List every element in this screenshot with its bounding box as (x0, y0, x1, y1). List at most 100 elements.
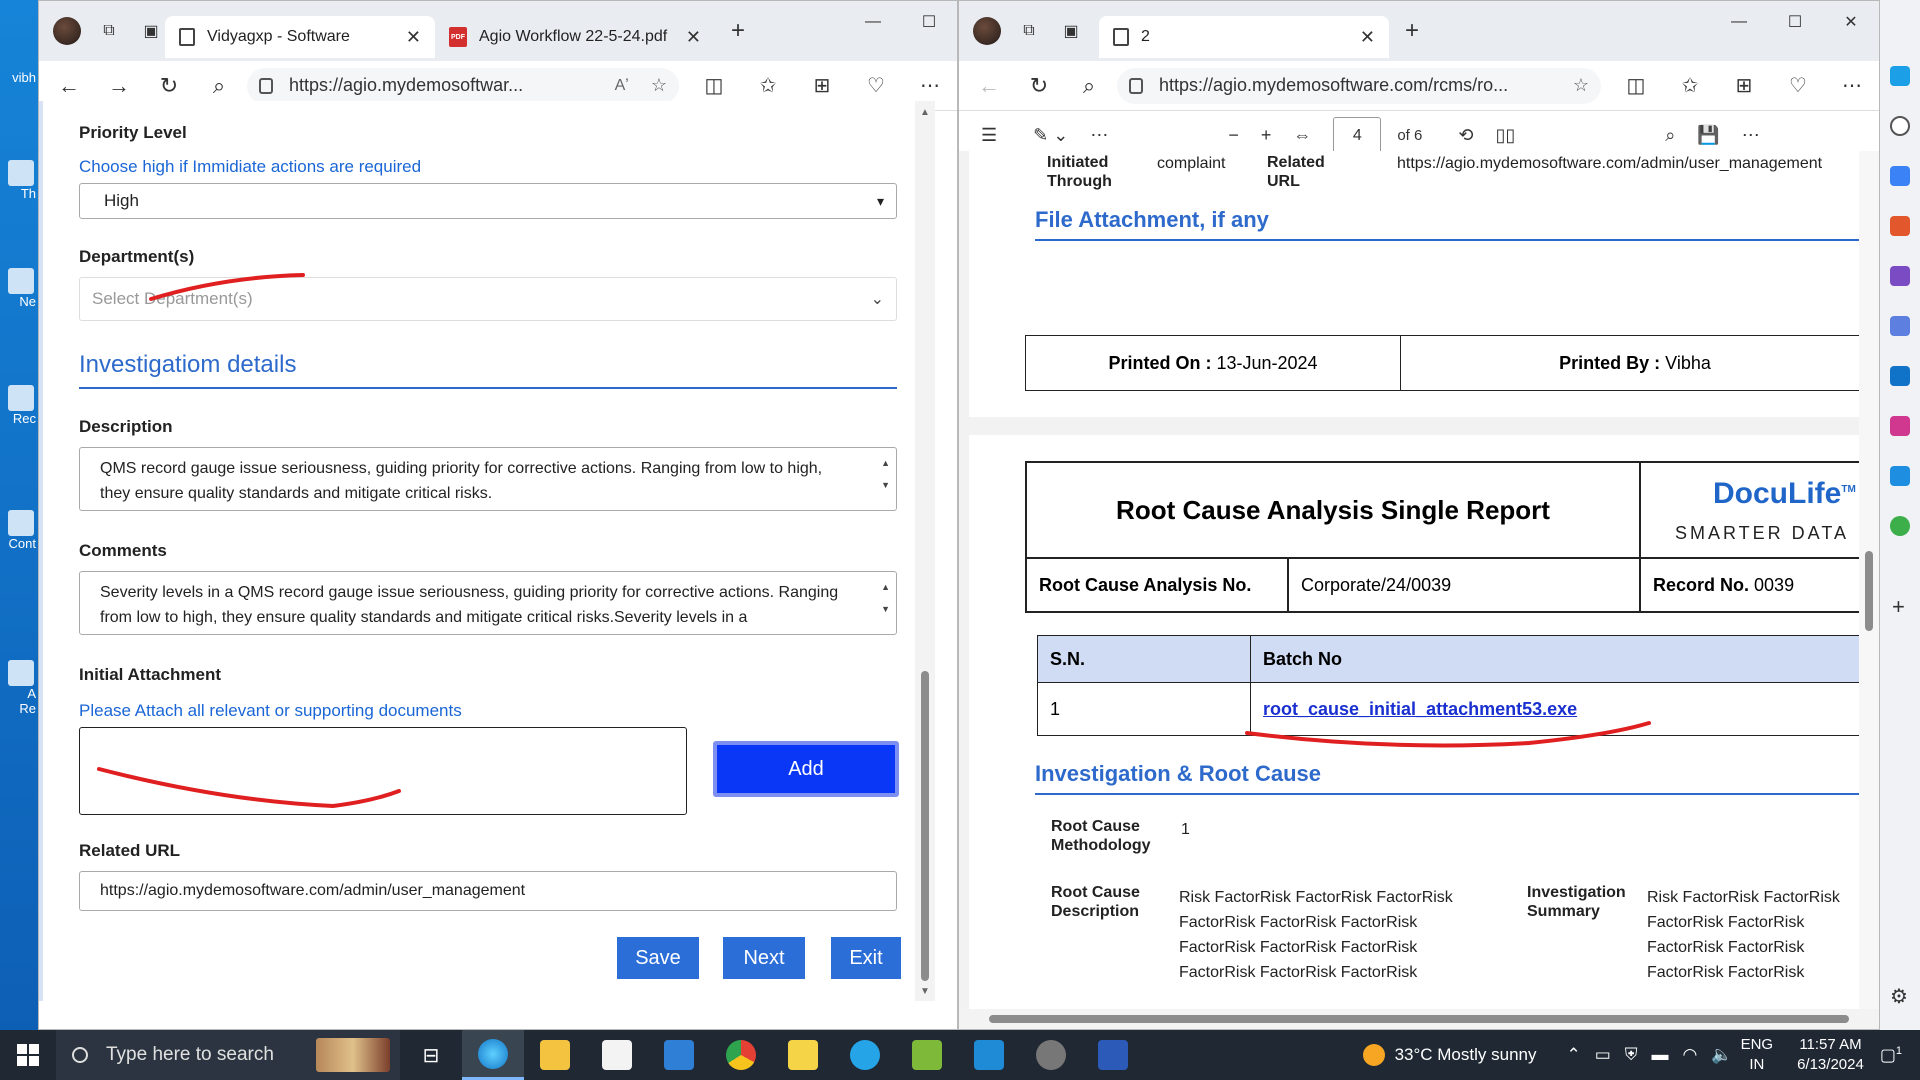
copilot-icon[interactable] (1890, 66, 1910, 86)
language-indicator[interactable]: ENG IN (1741, 1035, 1774, 1075)
forward-icon[interactable]: → (99, 69, 139, 103)
tab-agio-pdf[interactable]: PDF Agio Workflow 22-5-24.pdf ✕ (435, 16, 715, 58)
chrome-icon[interactable] (710, 1030, 772, 1080)
collections-icon[interactable]: ⊞ (1717, 73, 1771, 98)
start-button[interactable] (0, 1044, 56, 1066)
m365-icon[interactable] (1890, 316, 1910, 336)
related-url-input[interactable]: https://agio.mydemosoftware.com/admin/us… (79, 871, 897, 911)
next-button[interactable]: Next (723, 937, 805, 979)
favorite-star-icon[interactable]: ☆ (651, 75, 667, 96)
workspaces-icon[interactable]: ⧉ (1015, 17, 1043, 45)
priority-select[interactable]: High ▾ (79, 183, 897, 219)
desktop-icon[interactable]: vibh (0, 70, 38, 85)
split-screen-icon[interactable]: ◫ (1609, 73, 1663, 98)
search-icon[interactable]: ⌕ (199, 69, 239, 103)
close-window-icon[interactable]: ✕ (1823, 1, 1879, 43)
find-icon[interactable]: ⌕ (1665, 125, 1675, 146)
settings-more-icon[interactable]: ⋯ (1742, 125, 1760, 146)
outlook-icon[interactable] (1890, 366, 1910, 386)
battery-icon[interactable]: ▬ (1652, 1045, 1669, 1065)
tab-pdf-2[interactable]: 2 ✕ (1099, 16, 1389, 58)
scrollbar-thumb[interactable] (989, 1015, 1849, 1023)
minimize-icon[interactable]: — (845, 1, 901, 43)
new-tab-icon[interactable]: + (731, 17, 745, 45)
more-icon[interactable]: ⋯ (1825, 73, 1879, 98)
workspaces-icon[interactable]: ⧉ (95, 17, 123, 45)
notification-icon[interactable]: ▢1 (1880, 1045, 1902, 1066)
send-icon[interactable] (1890, 466, 1910, 486)
favorites-icon[interactable]: ✩ (741, 73, 795, 98)
save-button[interactable]: Save (617, 937, 699, 979)
vertical-scrollbar[interactable]: ▲ ▼ (915, 101, 935, 1001)
url-field[interactable]: https://agio.mydemosoftware.com/rcms/ro.… (1117, 67, 1601, 104)
search-icon[interactable] (1890, 116, 1910, 136)
desktop-icon[interactable]: Rec (0, 385, 38, 426)
refresh-icon[interactable]: ↻ (1019, 69, 1059, 103)
comments-textarea[interactable]: Severity levels in a QMS record gauge is… (79, 571, 897, 635)
contents-icon[interactable]: ☰ (981, 125, 997, 146)
task-view-icon[interactable]: ⊟ (400, 1030, 462, 1080)
textarea-scroll-arrows[interactable]: ▲ ▼ (881, 452, 890, 496)
tab-actions-icon[interactable]: ▣ (1057, 17, 1085, 45)
word-icon[interactable] (1082, 1030, 1144, 1080)
scroll-down-icon[interactable]: ▼ (920, 986, 930, 997)
more-tools-icon[interactable]: ⋯ (1090, 125, 1108, 146)
tab-vidyagxp[interactable]: Vidyagxp - Software ✕ (165, 16, 435, 58)
taskbar-search[interactable]: Type here to search (56, 1030, 400, 1080)
textarea-scroll-arrows[interactable]: ▲ ▼ (881, 576, 890, 620)
volume-icon[interactable]: 🔈 (1711, 1045, 1732, 1065)
scroll-up-icon[interactable]: ▲ (920, 107, 930, 118)
exit-button[interactable]: Exit (831, 937, 901, 979)
favorite-star-icon[interactable]: ☆ (1573, 75, 1589, 96)
maximize-icon[interactable]: ☐ (1767, 1, 1823, 43)
search-icon[interactable]: ⌕ (1069, 69, 1109, 103)
vertical-scrollbar[interactable] (1859, 151, 1879, 1021)
close-icon[interactable]: ✕ (406, 27, 421, 48)
department-select[interactable]: Select Department(s) ⌄ (79, 277, 897, 321)
games-icon[interactable] (1890, 266, 1910, 286)
save-icon[interactable]: 💾 (1697, 125, 1719, 146)
browser-essentials-icon[interactable]: ♡ (849, 73, 903, 98)
clock[interactable]: 11:57 AM 6/13/2024 (1797, 1035, 1864, 1075)
back-icon[interactable]: ← (49, 69, 89, 103)
url-field[interactable]: https://agio.mydemosoftwar... Aʼ ☆ (247, 67, 679, 104)
fit-page-icon[interactable]: ⇔ (1293, 125, 1311, 146)
desktop-icon[interactable]: Th (0, 160, 38, 201)
edge-app-icon[interactable] (462, 1030, 524, 1080)
mail-icon[interactable] (648, 1030, 710, 1080)
maximize-icon[interactable]: ☐ (901, 1, 957, 43)
refresh-icon[interactable]: ↻ (149, 69, 189, 103)
weather-icon[interactable] (1362, 1044, 1385, 1066)
store-icon[interactable] (586, 1030, 648, 1080)
sheets-app-icon[interactable] (896, 1030, 958, 1080)
shopping-tag-icon[interactable] (1890, 166, 1910, 186)
new-tab-icon[interactable]: + (1405, 17, 1419, 45)
desktop-icon[interactable]: Ne (0, 268, 38, 309)
zoom-out-icon[interactable]: − (1228, 125, 1239, 146)
close-icon[interactable]: ✕ (686, 27, 701, 48)
split-screen-icon[interactable]: ◫ (687, 73, 741, 98)
security-icon[interactable]: ⛨ (1625, 1045, 1638, 1065)
designer-icon[interactable] (1890, 416, 1910, 436)
tab-actions-icon[interactable]: ▣ (137, 17, 165, 45)
desktop-icon[interactable]: A Re (0, 660, 38, 716)
attachment-dropzone[interactable] (79, 727, 687, 815)
scrollbar-thumb[interactable] (921, 671, 929, 981)
more-icon[interactable]: ⋯ (903, 73, 957, 98)
favorites-icon[interactable]: ✩ (1663, 73, 1717, 98)
attachment-link[interactable]: root_cause_initial_attachment53.exe (1263, 699, 1577, 720)
tree-icon[interactable] (1890, 516, 1910, 536)
read-aloud-icon[interactable]: Aʼ (615, 77, 629, 95)
settings-gear-icon[interactable]: ⚙ (1890, 984, 1908, 1009)
tools-icon[interactable] (1890, 216, 1910, 236)
profile-avatar[interactable] (53, 17, 81, 45)
add-button[interactable]: Add (713, 741, 899, 797)
weather-text[interactable]: 33°C Mostly sunny (1395, 1045, 1537, 1065)
page-number-input[interactable]: 4 (1333, 116, 1382, 155)
notes-icon[interactable] (772, 1030, 834, 1080)
zoom-in-icon[interactable]: + (1261, 125, 1272, 146)
browser-essentials-icon[interactable]: ♡ (1771, 73, 1825, 98)
minimize-icon[interactable]: — (1711, 1, 1767, 43)
vscode-icon[interactable] (958, 1030, 1020, 1080)
collections-icon[interactable]: ⊞ (795, 73, 849, 98)
